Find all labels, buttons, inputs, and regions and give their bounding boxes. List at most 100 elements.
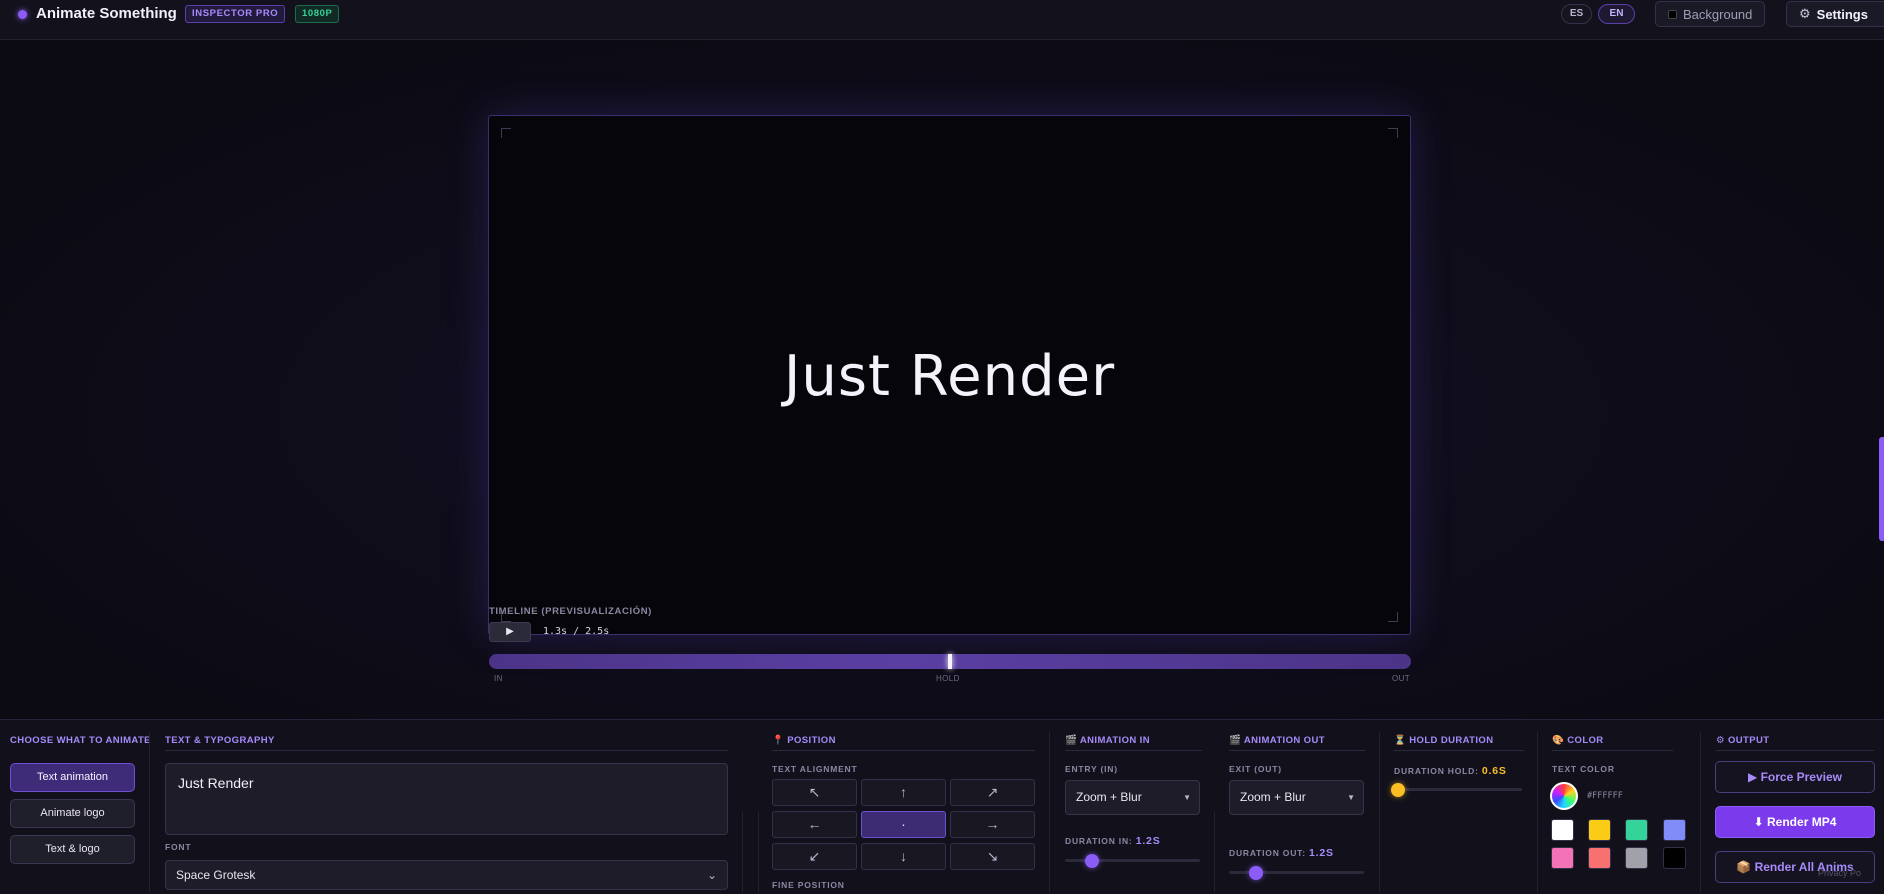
align-center-button[interactable]: ·	[861, 811, 946, 838]
output-section-title: ⚙ OUTPUT	[1716, 735, 1770, 746]
swatch-red[interactable]	[1588, 847, 1611, 869]
section-rule	[1065, 750, 1202, 751]
side-drawer-handle[interactable]	[1879, 437, 1884, 541]
caret-down-icon: ▼	[1183, 793, 1191, 802]
entry-select[interactable]: Zoom + Blur ▼	[1065, 780, 1200, 815]
align-top-left-button[interactable]: ↖	[772, 779, 857, 806]
align-top-button[interactable]: ↑	[861, 779, 946, 806]
choose-section-title: CHOOSE WHAT TO ANIMATE	[10, 735, 151, 746]
swatch-black[interactable]	[1663, 847, 1686, 869]
swatch-gray[interactable]	[1625, 847, 1648, 869]
fine-position-label: FINE POSITION	[772, 880, 845, 890]
settings-label: Settings	[1816, 6, 1868, 22]
divider	[1379, 732, 1380, 892]
divider	[1537, 732, 1538, 892]
force-preview-button[interactable]: ▶ Force Preview	[1715, 761, 1875, 793]
swatch-green[interactable]	[1625, 819, 1648, 841]
gear-icon: ⚙	[1799, 6, 1811, 21]
divider	[758, 812, 759, 892]
app-title: Animate Something	[36, 5, 177, 22]
entry-label: ENTRY (IN)	[1065, 764, 1118, 774]
swatch-yellow[interactable]	[1588, 819, 1611, 841]
align-bottom-left-button[interactable]: ↙	[772, 843, 857, 870]
chevron-down-icon: ⌄	[706, 868, 717, 882]
corner-marker	[501, 128, 511, 138]
choice-text-animation[interactable]: Text animation	[10, 763, 135, 792]
animation-out-section-title: 🎬 ANIMATION OUT	[1229, 735, 1325, 746]
time-readout: 1.3s / 2.5s	[543, 626, 610, 637]
divider	[149, 732, 150, 892]
swatch-white[interactable]	[1551, 819, 1574, 841]
play-button[interactable]: ▶	[489, 622, 531, 642]
caret-down-icon: ▼	[1347, 793, 1355, 802]
timeline-mark-hold: HOLD	[936, 674, 960, 683]
inspector-pro-badge: INSPECTOR PRO	[185, 5, 286, 23]
lang-es-button[interactable]: ES	[1561, 4, 1592, 24]
exit-select-value: Zoom + Blur	[1240, 790, 1306, 804]
render-all-anims-button[interactable]: 📦 Render All Anims	[1715, 851, 1875, 883]
duration-hold-value: 0.6S	[1481, 765, 1507, 777]
control-panel: CHOOSE WHAT TO ANIMATE Text animation An…	[0, 719, 1884, 894]
align-right-button[interactable]: →	[950, 811, 1035, 838]
duration-out-slider-thumb[interactable]	[1249, 866, 1263, 880]
swatch-indigo[interactable]	[1663, 819, 1686, 841]
duration-in-label: DURATION IN: 1.2S	[1065, 835, 1161, 847]
duration-in-slider-thumb[interactable]	[1085, 854, 1099, 868]
divider	[1049, 732, 1050, 892]
entry-select-value: Zoom + Blur	[1076, 790, 1142, 804]
stage-area: Just Render	[0, 41, 1884, 719]
text-alignment-label: TEXT ALIGNMENT	[772, 764, 858, 774]
background-swatch-icon	[1668, 9, 1677, 19]
duration-out-value: 1.2S	[1309, 847, 1334, 859]
color-section-title: 🎨 COLOR	[1552, 735, 1604, 746]
align-top-right-button[interactable]: ↗	[950, 779, 1035, 806]
font-select[interactable]: Space Grotesk ⌄	[165, 860, 728, 890]
font-label: FONT	[165, 842, 192, 852]
divider	[742, 812, 743, 892]
divider	[1700, 732, 1701, 892]
lang-en-button[interactable]: EN	[1598, 4, 1635, 24]
hold-duration-section-title: ⏳ HOLD DURATION	[1394, 735, 1494, 746]
background-button[interactable]: Background	[1655, 1, 1765, 27]
align-bottom-button[interactable]: ↓	[861, 843, 946, 870]
color-wheel-picker[interactable]	[1550, 782, 1578, 810]
timeline-label: TIMELINE (PREVISUALIZACIÓN)	[489, 606, 652, 617]
section-rule	[1716, 750, 1874, 751]
timeline-mark-out: OUT	[1392, 674, 1411, 683]
divider	[1214, 812, 1215, 892]
duration-hold-slider-thumb[interactable]	[1390, 783, 1405, 797]
align-bottom-right-button[interactable]: ↘	[950, 843, 1035, 870]
corner-marker	[1388, 128, 1398, 138]
choice-animate-logo[interactable]: Animate logo	[10, 799, 135, 828]
section-rule	[1552, 750, 1673, 751]
duration-out-label: DURATION OUT: 1.2S	[1229, 847, 1334, 859]
exit-label: EXIT (OUT)	[1229, 764, 1282, 774]
settings-button[interactable]: ⚙ Settings	[1786, 1, 1884, 27]
text-color-hex: #FFFFFF	[1587, 791, 1623, 801]
text-color-label: TEXT COLOR	[1552, 764, 1615, 774]
brand-dot-icon	[18, 10, 27, 19]
preview-canvas: Just Render	[488, 115, 1411, 635]
font-select-value: Space Grotesk	[176, 868, 256, 882]
privacy-link[interactable]: Privacy Po	[1818, 868, 1861, 878]
text-input[interactable]: Just Render	[165, 763, 728, 835]
align-left-button[interactable]: ←	[772, 811, 857, 838]
resolution-badge: 1080P	[295, 5, 340, 23]
swatch-pink[interactable]	[1551, 847, 1574, 869]
timeline-mark-in: IN	[494, 674, 503, 683]
section-rule	[1394, 750, 1524, 751]
animation-in-section-title: 🎬 ANIMATION IN	[1065, 735, 1150, 746]
duration-hold-label: DURATION HOLD: 0.6S	[1394, 765, 1507, 777]
render-mp4-button[interactable]: ⬇ Render MP4	[1715, 806, 1875, 838]
duration-hold-slider-track[interactable]	[1394, 788, 1522, 791]
section-rule	[165, 750, 728, 751]
choice-text-and-logo[interactable]: Text & logo	[10, 835, 135, 864]
timeline-playhead[interactable]	[948, 654, 952, 669]
top-bar: Animate Something INSPECTOR PRO 1080P ES…	[0, 0, 1884, 40]
duration-in-value: 1.2S	[1135, 835, 1161, 847]
typography-section-title: TEXT & TYPOGRAPHY	[165, 735, 275, 746]
position-section-title: 📍 POSITION	[772, 735, 836, 746]
exit-select[interactable]: Zoom + Blur ▼	[1229, 780, 1364, 815]
section-rule	[1229, 750, 1365, 751]
corner-marker	[1388, 612, 1398, 622]
